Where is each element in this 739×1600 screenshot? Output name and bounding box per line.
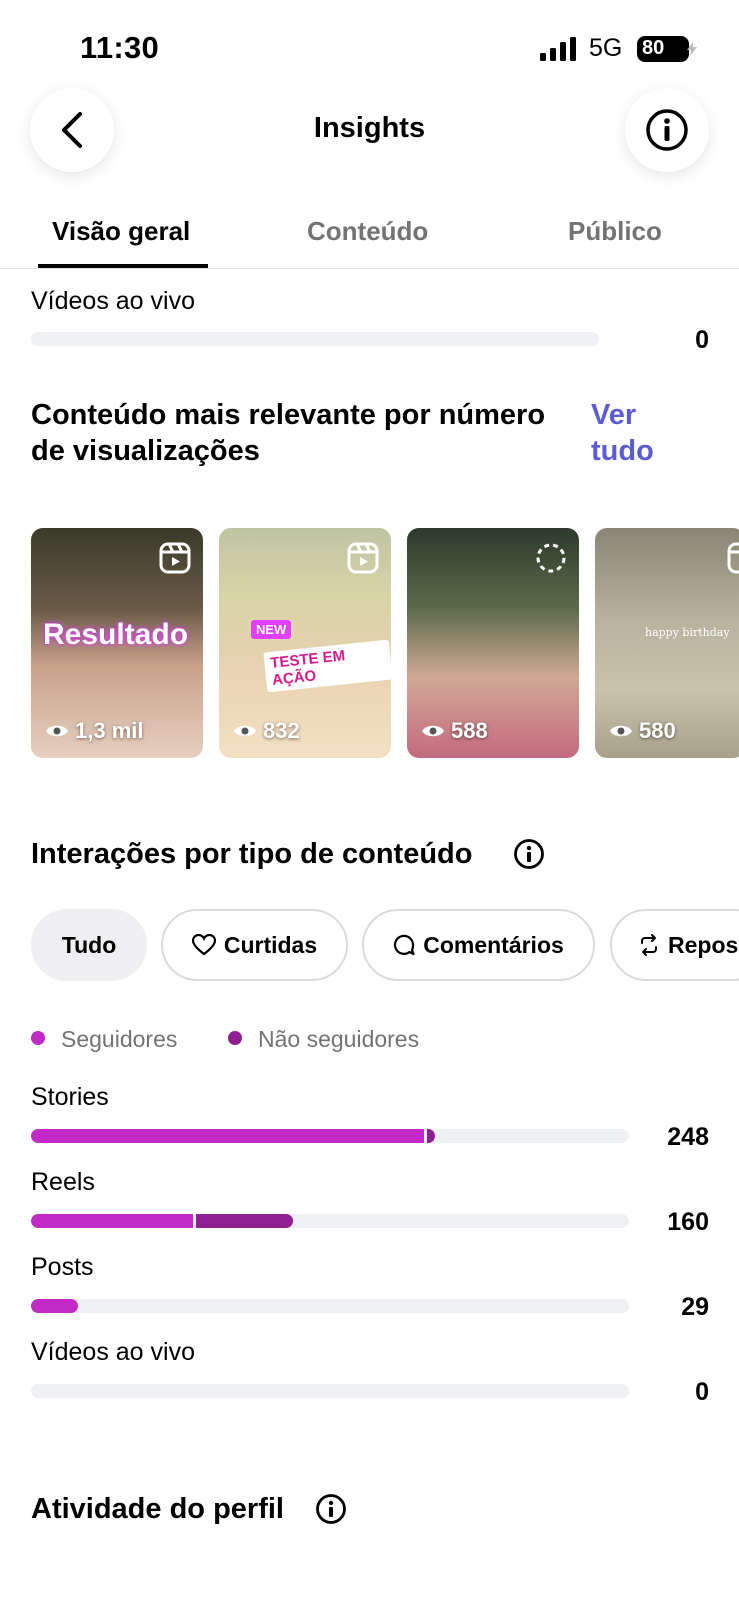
filter-chip-label: Repos	[668, 931, 739, 958]
reels-icon	[159, 542, 191, 574]
live-videos-value: 0	[695, 326, 709, 354]
live-videos-label: Vídeos ao vivo	[31, 287, 195, 315]
legend-swatch-non-followers	[228, 1031, 242, 1045]
legend-label-followers: Seguidores	[61, 1026, 178, 1052]
eye-icon	[422, 725, 444, 737]
view-count-value: 588	[451, 718, 488, 743]
bar-value: 0	[695, 1378, 709, 1406]
filter-chip-all[interactable]: Tudo	[31, 909, 147, 981]
signal-icon	[540, 37, 576, 61]
thumbnail-caption: TESTE EM AÇÃO	[263, 639, 391, 693]
eye-icon	[46, 725, 68, 737]
reels-icon	[347, 542, 379, 574]
battery-level: 80	[642, 37, 665, 59]
content-thumbnail[interactable]: happy birthday 580	[595, 528, 739, 758]
repost-icon	[641, 934, 657, 956]
thumbnail-caption: happy birthday	[645, 626, 730, 639]
view-count: 588	[421, 718, 488, 744]
bar-non-followers	[427, 1129, 435, 1143]
profile-activity-title: Atividade do perfil	[31, 1493, 284, 1525]
charging-icon	[687, 42, 697, 56]
bar-value: 160	[667, 1208, 709, 1236]
filter-chip-label: Curtidas	[223, 931, 318, 958]
bar-followers	[31, 1214, 193, 1228]
bar-label: Stories	[31, 1083, 109, 1111]
legend-swatch-followers	[31, 1031, 45, 1045]
filter-chip-likes[interactable]: Curtidas	[161, 909, 348, 981]
view-count-value: 832	[263, 718, 300, 743]
tab-bar: Visão geral Conteúdo Público	[0, 200, 739, 269]
tab-content[interactable]: Conteúdo	[307, 216, 428, 247]
bar-label: Posts	[31, 1253, 94, 1281]
view-count-value: 1,3 mil	[75, 718, 144, 743]
bar-followers	[31, 1299, 78, 1313]
see-all-link[interactable]: Ver tudo	[591, 397, 681, 469]
interactions-title: Interações por tipo de conteúdo	[31, 838, 473, 870]
bar-followers	[31, 1129, 424, 1143]
bar-track	[31, 1299, 629, 1313]
tab-indicator	[38, 264, 208, 268]
battery-icon: 80	[637, 36, 697, 62]
top-content-title: Conteúdo mais relevante por número de vi…	[31, 399, 546, 467]
filter-chip-comments[interactable]: Comentários	[362, 909, 595, 981]
info-button[interactable]	[625, 88, 709, 172]
eye-icon	[234, 725, 256, 737]
info-icon[interactable]	[315, 1493, 347, 1525]
network-type: 5G	[589, 34, 623, 62]
view-count: 580	[609, 718, 676, 744]
content-thumbnail[interactable]: NEW TESTE EM AÇÃO 832	[219, 528, 391, 758]
view-count: 832	[233, 718, 300, 744]
header: Insights	[0, 88, 739, 174]
filter-chip-label: Tudo	[61, 931, 117, 958]
bar-value: 248	[667, 1123, 709, 1151]
view-count: 1,3 mil	[45, 718, 143, 744]
bar-track	[31, 1129, 629, 1143]
reels-icon	[727, 542, 739, 574]
heart-icon	[191, 934, 216, 956]
content-thumbnail[interactable]: Resultado 1,3 mil	[31, 528, 203, 758]
bar-label: Reels	[31, 1168, 95, 1196]
content-thumbnail[interactable]: 588	[407, 528, 579, 758]
thumbnail-caption: Resultado	[43, 618, 189, 651]
bar-track	[31, 1384, 629, 1398]
bar-value: 29	[681, 1293, 709, 1321]
info-icon	[646, 109, 688, 151]
eye-icon	[610, 725, 632, 737]
live-videos-track	[31, 332, 599, 346]
legend-label-non-followers: Não seguidores	[258, 1026, 420, 1052]
bar-label: Vídeos ao vivo	[31, 1338, 195, 1366]
view-count-value: 580	[639, 718, 676, 743]
info-icon[interactable]	[513, 838, 545, 870]
comment-icon	[394, 934, 415, 956]
story-icon	[536, 543, 566, 573]
filter-chip-label: Comentários	[423, 931, 564, 958]
bar-non-followers	[196, 1214, 293, 1228]
status-time: 11:30	[80, 30, 160, 65]
status-bar: 11:30 5G 80	[0, 0, 739, 90]
filter-chip-reposts[interactable]: Repos	[610, 909, 739, 981]
bar-track	[31, 1214, 629, 1228]
tab-overview[interactable]: Visão geral	[52, 216, 190, 247]
new-badge: NEW	[251, 620, 292, 639]
tab-audience[interactable]: Público	[568, 216, 662, 247]
